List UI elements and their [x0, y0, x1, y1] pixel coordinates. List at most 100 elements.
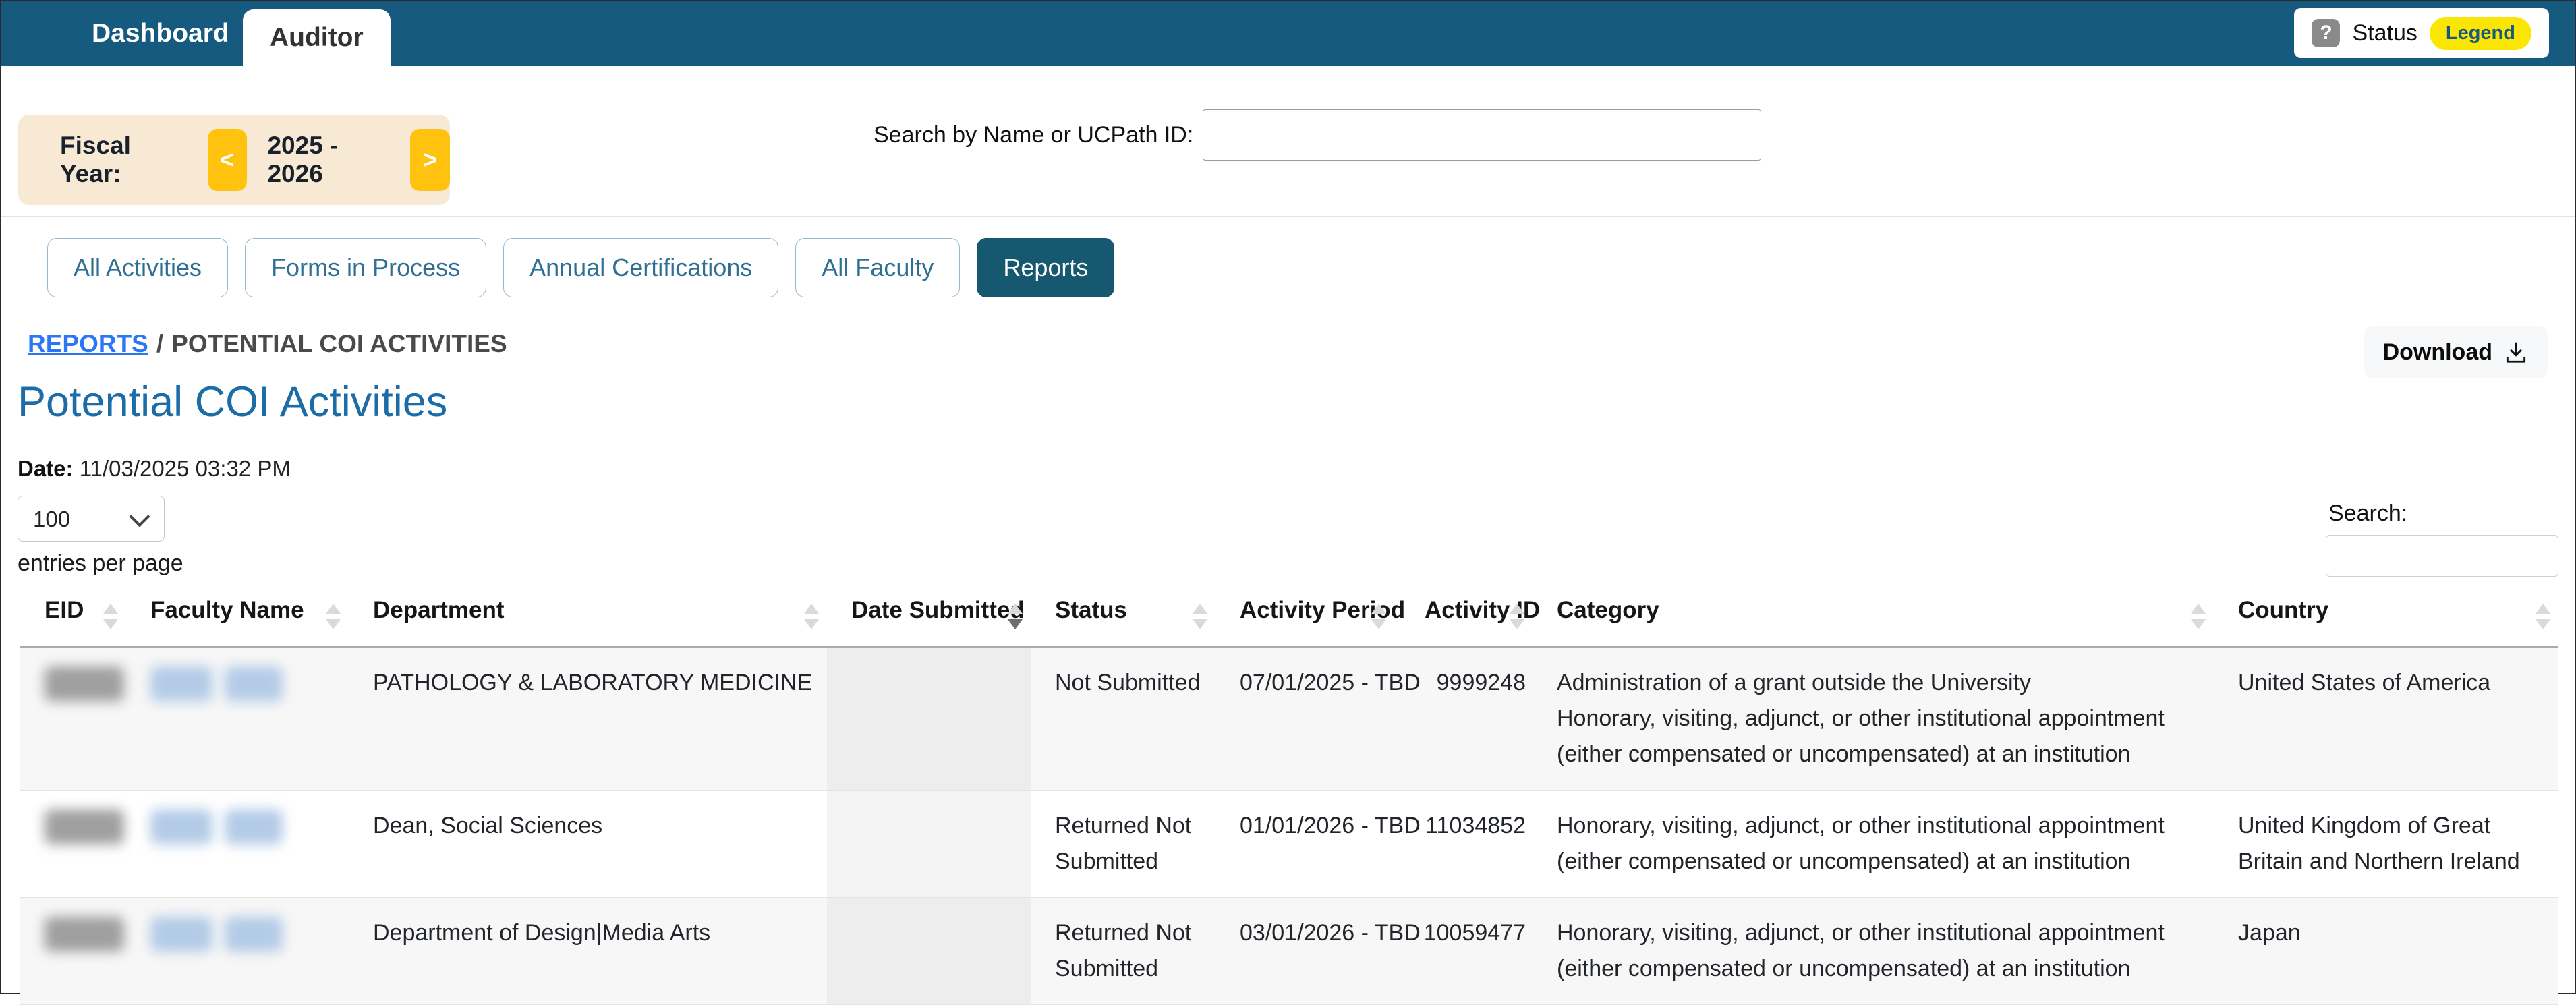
activity-period-cell: 07/01/2025 - TBD — [1215, 647, 1394, 791]
faculty-name-link-redacted[interactable] — [150, 808, 283, 844]
table-search-input[interactable] — [2326, 535, 2558, 577]
column-header-faculty-name-label: Faculty Name — [150, 597, 304, 623]
status-cell: Returned Not Submitted — [1031, 790, 1215, 897]
column-header-eid-label: EID — [45, 597, 84, 623]
page-title: Potential COI Activities — [18, 378, 447, 426]
category-cell: Administration of a grant outside the Un… — [1533, 647, 2214, 791]
section-divider — [1, 216, 2575, 217]
breadcrumb-current: POTENTIAL COI ACTIVITIES — [171, 330, 507, 357]
nav-button-reports[interactable]: Reports — [977, 238, 1114, 297]
column-header-date-submitted[interactable]: Date Submitted — [827, 595, 1031, 647]
column-header-status[interactable]: Status — [1031, 595, 1215, 647]
breadcrumb-reports-link[interactable]: REPORTS — [28, 330, 148, 357]
column-header-department-label: Department — [373, 597, 504, 623]
table-search: Search: — [2326, 500, 2558, 577]
table-row: Dean, Social Sciences Returned Not Submi… — [20, 790, 2558, 897]
redacted-name-part — [225, 666, 283, 701]
fiscal-year-label: Fiscal Year: — [60, 132, 188, 188]
legend-badge[interactable]: Legend — [2430, 17, 2531, 50]
sort-icon — [2536, 604, 2550, 629]
redacted-eid — [45, 809, 124, 844]
column-header-country[interactable]: Country — [2214, 595, 2558, 647]
fiscal-year-next-button[interactable]: > — [410, 129, 450, 191]
redacted-name-part — [225, 809, 283, 844]
department-cell: PATHOLOGY & LABORATORY MEDICINE — [349, 647, 827, 791]
download-label: Download — [2383, 339, 2492, 366]
faculty-name-cell — [126, 647, 349, 791]
entries-per-page-label: entries per page — [18, 550, 183, 577]
faculty-name-link-redacted[interactable] — [150, 665, 283, 701]
column-header-eid[interactable]: EID — [20, 595, 126, 647]
category-item: Honorary, visiting, adjunct, or other in… — [1557, 701, 2207, 772]
date-submitted-cell — [827, 647, 1031, 791]
category-item: Honorary, visiting, adjunct, or other in… — [1557, 915, 2207, 987]
top-navigation-bar: Dashboard Auditor ? Status Legend — [1, 1, 2575, 66]
sort-icon — [2191, 604, 2206, 629]
country-cell: United Kingdom of Great Britain and Nort… — [2214, 790, 2558, 897]
redacted-name-part — [150, 809, 212, 844]
sort-icon — [1193, 604, 1207, 629]
fiscal-year-value: 2025 - 2026 — [267, 132, 390, 188]
date-submitted-cell — [827, 790, 1031, 897]
fiscal-year-prev-button[interactable]: < — [208, 129, 248, 191]
column-header-country-label: Country — [2238, 597, 2328, 623]
status-legend-button[interactable]: ? Status Legend — [2294, 8, 2549, 58]
report-date-label: Date: — [18, 456, 74, 481]
table-row: Department of Design|Media Arts Returned… — [20, 897, 2558, 1004]
column-header-department[interactable]: Department — [349, 595, 827, 647]
redacted-eid — [45, 666, 124, 701]
nav-button-annual-certifications[interactable]: Annual Certifications — [503, 238, 778, 297]
status-cell: Not Submitted — [1031, 647, 1215, 791]
table-search-label: Search: — [2328, 500, 2407, 527]
faculty-name-cell — [126, 790, 349, 897]
tab-dashboard[interactable]: Dashboard — [92, 1, 229, 66]
redacted-name-part — [225, 917, 283, 952]
faculty-name-cell — [126, 897, 349, 1004]
sort-descending-icon — [1008, 604, 1023, 629]
column-header-activity-id[interactable]: Activity ID — [1394, 595, 1533, 647]
download-button[interactable]: Download — [2364, 326, 2548, 378]
report-date: Date: 11/03/2025 03:32 PM — [18, 456, 291, 482]
nav-button-all-activities[interactable]: All Activities — [47, 238, 228, 297]
activity-id-cell: 10059477 — [1394, 897, 1533, 1004]
potential-coi-activities-table: EID Faculty Name Department Date Submitt… — [20, 595, 2558, 1005]
country-cell: Japan — [2214, 897, 2558, 1004]
download-icon — [2503, 339, 2529, 365]
page-size-select-wrapper: 100 — [18, 496, 165, 542]
table-row: PATHOLOGY & LABORATORY MEDICINE Not Subm… — [20, 647, 2558, 791]
activity-period-cell: 03/01/2026 - TBD — [1215, 897, 1394, 1004]
table-header-row: EID Faculty Name Department Date Submitt… — [20, 595, 2558, 647]
category-item: Honorary, visiting, adjunct, or other in… — [1557, 808, 2207, 880]
column-header-activity-period[interactable]: Activity Period — [1215, 595, 1394, 647]
redacted-eid — [45, 917, 124, 952]
eid-cell — [20, 897, 126, 1004]
nav-button-all-faculty[interactable]: All Faculty — [795, 238, 960, 297]
redacted-name-part — [150, 666, 212, 701]
breadcrumb-separator: / — [156, 330, 163, 357]
activity-id-cell: 11034852 — [1394, 790, 1533, 897]
country-cell: United States of America — [2214, 647, 2558, 791]
category-cell: Honorary, visiting, adjunct, or other in… — [1533, 897, 2214, 1004]
column-header-faculty-name[interactable]: Faculty Name — [126, 595, 349, 647]
nav-button-forms-in-process[interactable]: Forms in Process — [245, 238, 486, 297]
report-date-value: 11/03/2025 03:32 PM — [80, 456, 291, 481]
column-header-category[interactable]: Category — [1533, 595, 2214, 647]
eid-cell — [20, 790, 126, 897]
status-label: Status — [2352, 20, 2417, 47]
breadcrumb: REPORTS / POTENTIAL COI ACTIVITIES — [28, 330, 507, 358]
activity-period-cell: 01/01/2026 - TBD — [1215, 790, 1394, 897]
global-search: Search by Name or UCPath ID: — [874, 109, 1761, 161]
question-mark-icon: ? — [2312, 19, 2340, 47]
category-cell: Honorary, visiting, adjunct, or other in… — [1533, 790, 2214, 897]
column-header-status-label: Status — [1055, 597, 1127, 623]
column-header-category-label: Category — [1557, 597, 1659, 623]
column-header-date-submitted-label: Date Submitted — [851, 597, 1025, 623]
sort-icon — [804, 604, 819, 629]
sort-icon — [1510, 604, 1524, 629]
eid-cell — [20, 647, 126, 791]
tab-auditor[interactable]: Auditor — [243, 9, 391, 66]
faculty-name-link-redacted[interactable] — [150, 915, 283, 952]
global-search-input[interactable] — [1203, 109, 1761, 161]
fiscal-year-panel: Fiscal Year: < 2025 - 2026 > — [18, 115, 450, 205]
page-size-select[interactable]: 100 — [18, 496, 165, 542]
